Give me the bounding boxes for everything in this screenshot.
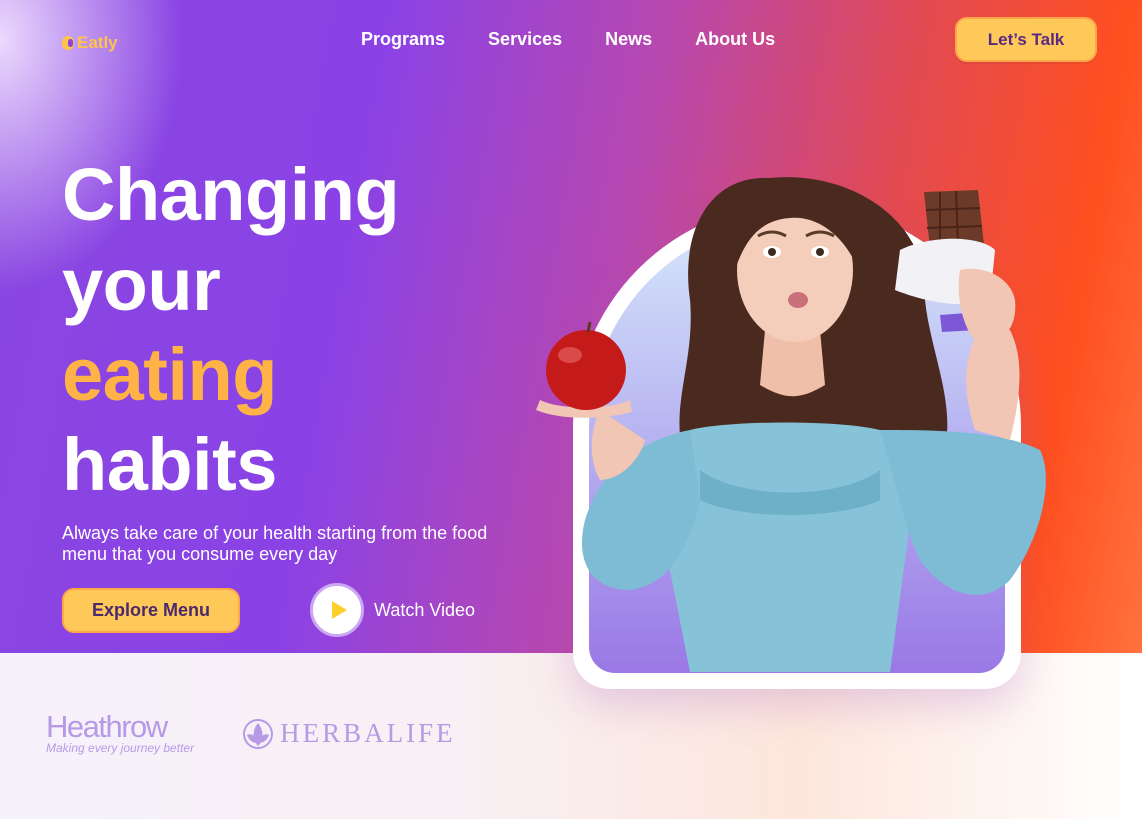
portrait-background <box>589 219 1005 673</box>
nav-item-programs[interactable]: Programs <box>361 29 445 50</box>
lets-talk-button[interactable]: Let’s Talk <box>955 17 1097 62</box>
watch-video-label: Watch Video <box>374 599 476 620</box>
nav-item-news[interactable]: News <box>605 29 652 50</box>
portrait-frame <box>573 203 1021 689</box>
hero-headline: Changing your eating habits <box>62 150 400 510</box>
explore-menu-button[interactable]: Explore Menu <box>62 588 240 633</box>
partner-logos: Heathrow Making every journey better HER… <box>46 709 456 755</box>
headline-line: Changing <box>62 153 400 236</box>
play-button[interactable] <box>310 583 364 637</box>
brand-name: Eatly <box>77 33 118 52</box>
brand-logo[interactable]: Eatly <box>62 33 118 53</box>
heathrow-name: Heathrow <box>46 709 168 744</box>
nav-item-about-us[interactable]: About Us <box>695 29 775 50</box>
heathrow-tagline: Making every journey better <box>46 741 195 755</box>
play-icon <box>331 601 347 619</box>
herbalife-leaf-icon <box>243 718 274 749</box>
herbalife-logo: HERBALIFE <box>242 718 456 750</box>
watch-video-button[interactable]: Watch Video <box>310 583 475 637</box>
eatly-logo-icon <box>62 36 74 50</box>
heathrow-logo: Heathrow Making every journey better <box>46 709 195 755</box>
headline-line: habits <box>62 423 277 506</box>
hero-subtitle: Always take care of your health starting… <box>62 523 488 564</box>
headline-line: your <box>62 243 221 326</box>
nav-item-services[interactable]: Services <box>488 29 562 50</box>
headline-accent: eating <box>62 333 277 416</box>
main-nav: Programs Services News About Us <box>361 29 775 50</box>
herbalife-name: HERBALIFE <box>280 718 456 748</box>
